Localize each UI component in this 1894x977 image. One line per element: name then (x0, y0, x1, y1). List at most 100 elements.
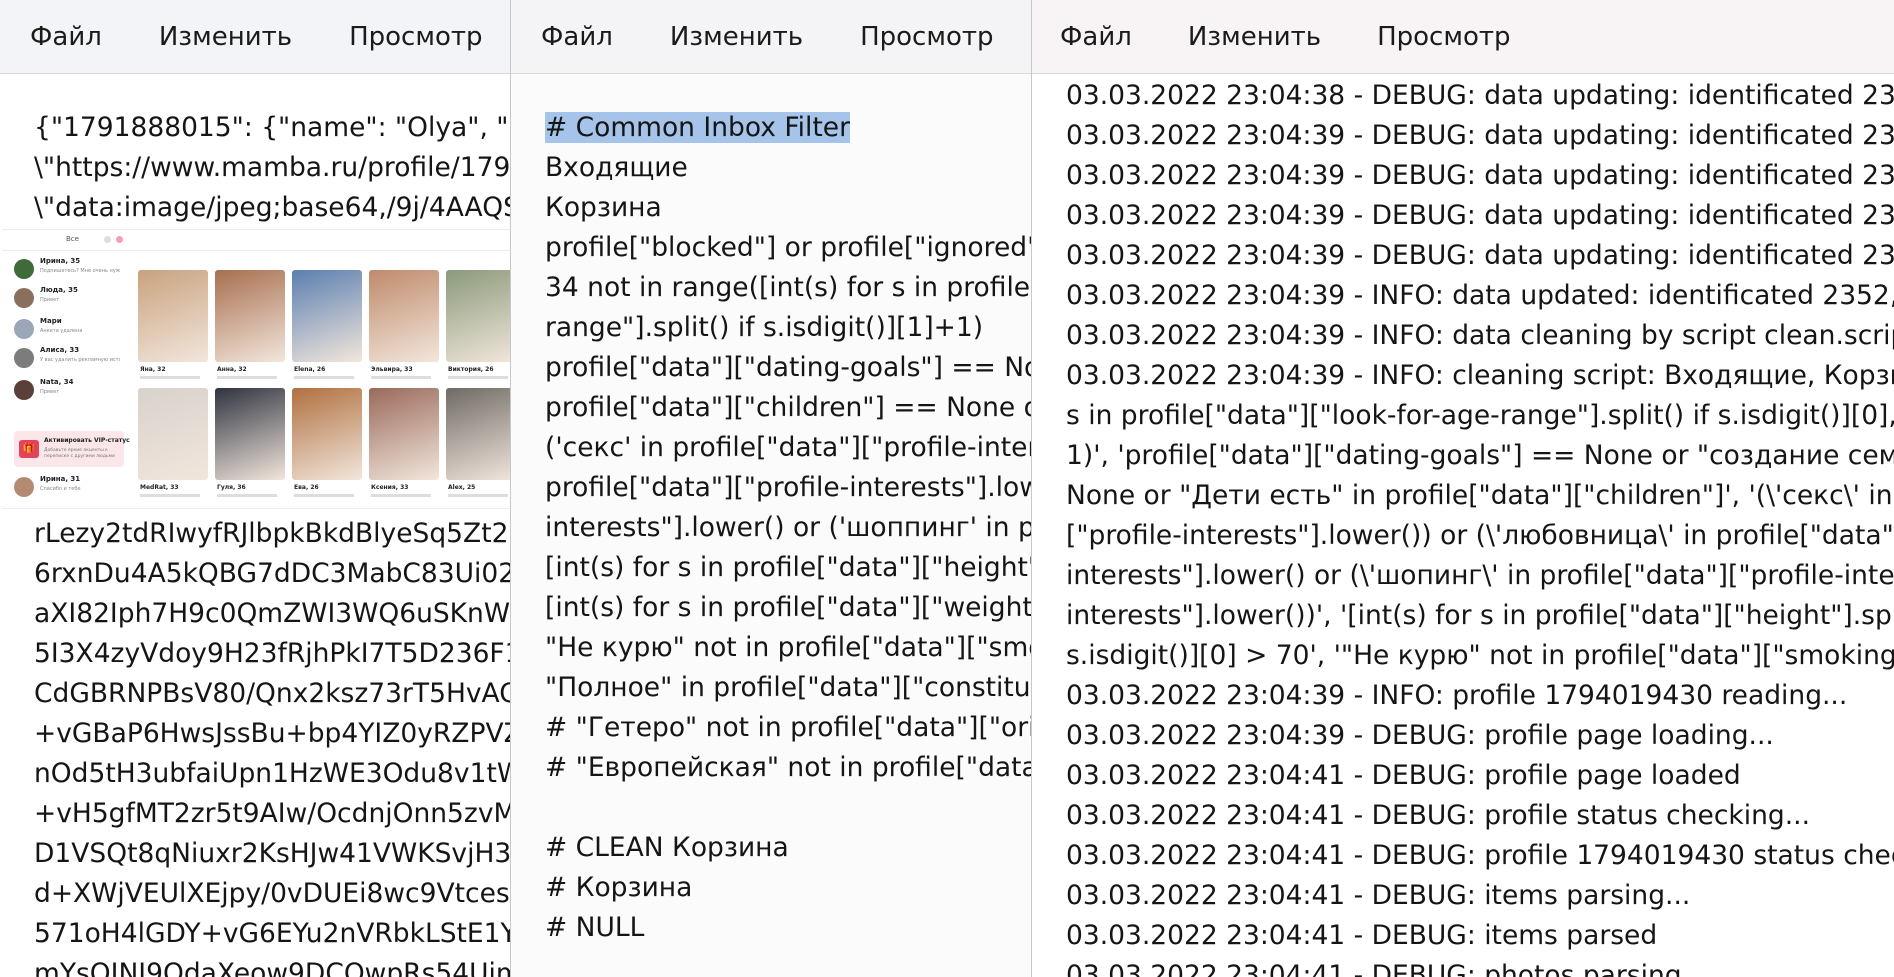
profile-subtext (140, 376, 200, 379)
json-text-line: 571oH4lGDY+vG6EYu2nVRbkLStE1YC (34, 918, 510, 949)
chat-message: Подпишетесь? Мне очень нужно... (40, 268, 120, 274)
chat-list-item: Ирина, 35 Подпишетесь? Мне очень нужно... (10, 254, 128, 284)
embedded-tab-all: Все (66, 235, 79, 243)
filter-text-line: # CLEAN Корзина (545, 832, 789, 863)
chat-message: Спасибо и тебе (40, 486, 81, 492)
menu-view[interactable]: Просмотр (349, 22, 482, 52)
notepad-window-log: Файл Изменить Просмотр 03.03.2022 23:04:… (1031, 0, 1894, 977)
log-text-line: 03.03.2022 23:04:39 - INFO: data cleanin… (1066, 320, 1894, 351)
filter-text-line: "Полное" in profile["data"]["constitutio (545, 672, 1032, 703)
embedded-screenshot: Все Ирина, 35 Подпишетесь? Мне очень нужн… (2, 229, 510, 509)
log-text-line: 03.03.2022 23:04:39 - DEBUG: data updati… (1066, 240, 1894, 271)
profile-caption: Яна, 32 (140, 366, 166, 373)
profile-caption: Эльвира, 33 (371, 366, 413, 373)
json-text-line: 5I3X4zyVdoy9H23fRjhPkI7T5D236F1r (34, 638, 510, 669)
filter-text-line: # "Гетеро" not in profile["data"]["orien (545, 712, 1032, 743)
profile-photo (215, 270, 285, 362)
profile-subtext (217, 376, 277, 379)
selected-text[interactable]: # Common Inbox Filter (545, 112, 850, 143)
embedded-edit-icon (116, 236, 123, 243)
filter-text-line: profile["data"]["dating-goals"] == Non (545, 352, 1032, 383)
chat-name: Алиса, 33 (40, 346, 80, 354)
notepad-window-filter: Файл Изменить Просмотр # Common Inbox Fi… (510, 0, 1032, 977)
profile-card: Анна, 32 (215, 270, 285, 388)
chat-name: Ирина, 31 (40, 475, 81, 483)
profile-caption: Виктория, 26 (448, 366, 494, 373)
menu-file[interactable]: Файл (541, 22, 613, 52)
filter-text-line: profile["data"]["profile-interests"].low… (545, 472, 1032, 503)
menu-view[interactable]: Просмотр (860, 22, 993, 52)
log-text-line: None or "Дети есть" in profile["data"]["… (1066, 480, 1894, 511)
log-text-line: 03.03.2022 23:04:38 - DEBUG: data updati… (1066, 80, 1894, 111)
embedded-header: Все (2, 230, 510, 251)
gift-icon: 🎁 (19, 440, 39, 458)
chat-list-item: Мари Анкета удалена (10, 314, 128, 344)
profile-subtext (294, 494, 354, 497)
profile-subtext (140, 494, 200, 497)
profile-caption: Ева, 26 (294, 484, 319, 491)
json-text-line: d+XWjVEUlXEjpy/0vDUEi8wc9Vtces1( (34, 878, 510, 909)
menu-edit[interactable]: Изменить (159, 22, 292, 52)
profile-card: Ева, 26 (292, 388, 362, 506)
log-text-line: 03.03.2022 23:04:41 - DEBUG: profile 179… (1066, 840, 1894, 871)
profile-photo (292, 388, 362, 480)
chat-list-item: Nata, 34 Привет (10, 375, 128, 405)
profile-photo (138, 270, 208, 362)
text-editor-area[interactable]: 03.03.2022 23:04:38 - DEBUG: data updati… (1032, 74, 1894, 977)
log-text-line: s.isdigit()][0] > 70', '"Не курю" not in… (1066, 640, 1894, 671)
filter-text-line: Входящие (545, 152, 688, 183)
menu-view[interactable]: Просмотр (1377, 22, 1510, 52)
avatar (14, 380, 34, 400)
avatar (14, 288, 34, 308)
avatar (14, 348, 34, 368)
filter-text-line: # Корзина (545, 872, 693, 903)
log-text-line: 03.03.2022 23:04:39 - INFO: data updated… (1066, 280, 1894, 311)
text-editor-area[interactable]: # Common Inbox Filter Входящие Корзина prof… (511, 74, 1032, 977)
menu-edit[interactable]: Изменить (670, 22, 803, 52)
profile-subtext (448, 376, 508, 379)
log-text-line: 03.03.2022 23:04:41 - DEBUG: profile sta… (1066, 800, 1811, 831)
chat-name: Nata, 34 (40, 378, 74, 386)
chat-name: Мари (40, 317, 62, 325)
profile-photo (369, 270, 439, 362)
filter-text-line: # "Европейская" not in profile["data"] (545, 752, 1032, 783)
profile-photo (215, 388, 285, 480)
vip-subtitle: Добавьте яркие акценты к переписке с дру… (44, 448, 115, 459)
json-text-line: \"https://www.mamba.ru/profile/17918 (34, 152, 510, 183)
json-text-line: {"1791888015": {"name": "Olya", "age": (34, 112, 510, 143)
chat-list-item: Алиса, 33 У вас удалить рекламную историю (10, 343, 128, 373)
vip-title: Активировать VIP-статус (44, 437, 130, 444)
profile-card: Alex, 25 (446, 388, 510, 506)
log-text-line: 03.03.2022 23:04:41 - DEBUG: items parse… (1066, 920, 1658, 951)
profile-subtext (448, 494, 508, 497)
json-text-line: aXI82Iph7H9c0QmZWI3WQ6uSKnWL (34, 598, 510, 629)
profile-caption: Гуля, 36 (217, 484, 246, 491)
menu-edit[interactable]: Изменить (1188, 22, 1321, 52)
profile-photo (446, 388, 510, 480)
profile-card: Эльвира, 33 (369, 270, 439, 388)
chat-message: Анкета удалена (40, 328, 83, 334)
log-text-line: 03.03.2022 23:04:39 - DEBUG: profile pag… (1066, 720, 1774, 751)
log-text-line: 03.03.2022 23:04:39 - DEBUG: data updati… (1066, 200, 1894, 231)
chat-name: Ирина, 35 (40, 257, 81, 265)
chat-name: Люда, 35 (40, 286, 78, 294)
embedded-settings-icon (104, 236, 111, 243)
json-text-line: mYsOJNI9OdaXeow9DCQwpRs54Uim (34, 958, 510, 977)
menu-bar: Файл Изменить Просмотр (0, 0, 510, 74)
profile-card: Elena, 26 (292, 270, 362, 388)
chat-message: Привет (40, 297, 60, 303)
menu-file[interactable]: Файл (1060, 22, 1132, 52)
profile-caption: MedRat, 33 (140, 484, 179, 491)
profile-subtext (371, 376, 431, 379)
json-text-line: 6rxnDu4A5kQBG7dDC3MabC83Ui02S (34, 558, 510, 589)
profile-caption: Ксения, 33 (371, 484, 409, 491)
menu-file[interactable]: Файл (30, 22, 102, 52)
profile-caption: Elena, 26 (294, 366, 326, 373)
json-text-line: rLezy2tdRIwyfRJlbpkBkdBlyeSq5Zt2kL (34, 518, 510, 549)
log-text-line: 03.03.2022 23:04:41 - DEBUG: items parsi… (1066, 880, 1691, 911)
json-text-line: +vGBaP6HwsJssBu+bp4YIZ0yRZPVZr (34, 718, 510, 749)
chat-message: Привет (40, 389, 60, 395)
filter-text-line: profile["data"]["children"] == None or (545, 392, 1032, 423)
chat-list-item: Люда, 35 Привет (10, 283, 128, 313)
text-editor-area[interactable]: {"1791888015": {"name": "Olya", "age": \"… (0, 74, 510, 977)
